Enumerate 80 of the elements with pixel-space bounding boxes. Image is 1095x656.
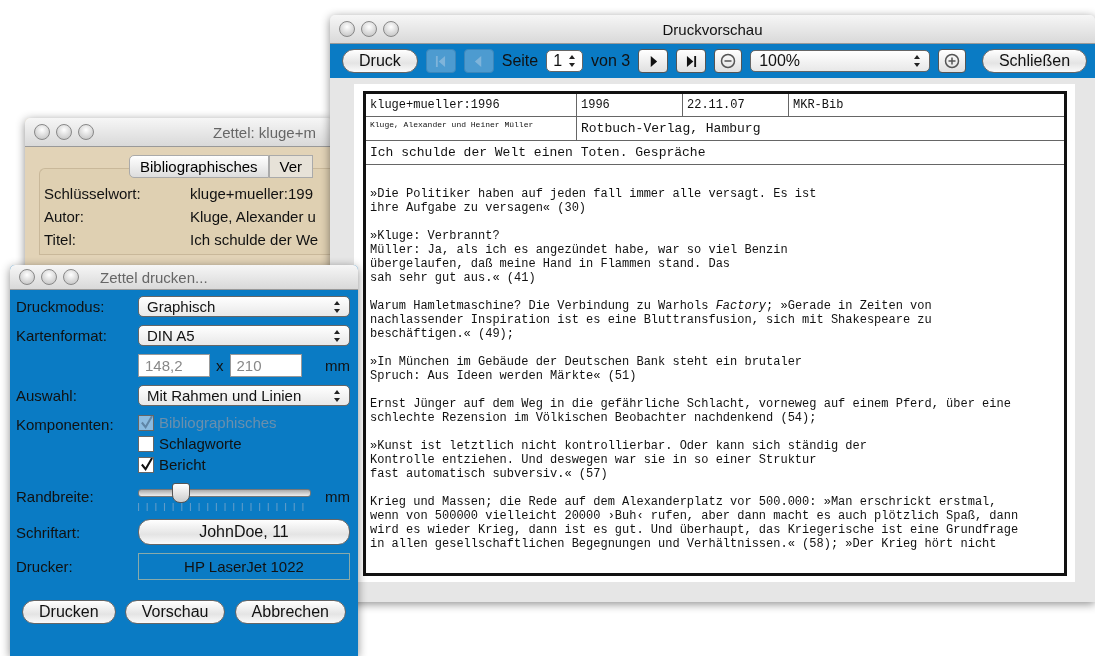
unit-label: mm <box>325 357 350 374</box>
paragraph: Ernst Jünger auf dem Weg in die gefährliche Schlacht, vorneweg auf einem Pferd, über eine schlechte Rezension im Völkischen Beobachter nachdenkend (54); <box>370 397 1012 425</box>
window-title: Zettel: kluge+m <box>213 123 316 141</box>
close-preview-button[interactable]: Schließen <box>981 49 1088 73</box>
table-cell-text: Ich schulde der Welt einen Toten. Gespräche <box>369 144 707 162</box>
format-popup[interactable]: DIN A5 <box>138 325 350 346</box>
table-cell: Kluge, Alexander und Heiner Müller <box>366 117 577 140</box>
slider-thumb[interactable] <box>172 483 191 503</box>
checkbox[interactable] <box>138 435 154 452</box>
updown-arrows-icon <box>333 328 341 343</box>
zoom-in-button[interactable] <box>937 49 966 73</box>
field-label: Schlüsselwort: <box>44 185 142 202</box>
window-title: Zettel drucken... <box>100 268 208 286</box>
print-button[interactable]: Druck <box>342 49 418 73</box>
paragraph: Krieg und Massen; die Rede auf dem Alexanderplatz vor 500.000: »Man erschrickt erstmal, wenn von 500000 vielleicht 20000 ›Buh‹ rufen, aber dann macht es auch plötzlich Spaß, dann wird es wieder Krieg, dann ist es gut. Und überhaupt, das Kriegerische ist eine Grundfrage in allen gesellschaftlichen Begegnungen und Verhältnissen.« (58); »Der Krieg hört nicht <box>370 495 1020 551</box>
table-cell-text: MKR-Bib <box>792 97 845 114</box>
updown-arrows-icon <box>333 388 341 403</box>
table-cell: 1996 <box>577 94 683 116</box>
printer-field: HP LaserJet 1022 <box>138 553 350 580</box>
checkbox[interactable] <box>138 456 154 473</box>
paragraph: »Kunst ist letztlich nicht kontrollierbar. Oder kann sich ständig der Kontrolle entziehen. Und deswegen war sie in so einer Struktur fast automatisch subversiv.« (57) <box>370 439 868 481</box>
zoom-button[interactable] <box>383 21 399 37</box>
field-label: Schriftart: <box>16 523 82 541</box>
zoom-button[interactable] <box>78 124 94 140</box>
field-label: Titel: <box>44 231 77 248</box>
page-nav-button[interactable] <box>676 49 707 73</box>
checkmark-icon <box>139 458 153 471</box>
minimize-button[interactable] <box>41 269 57 285</box>
field-label: Randbreite: <box>16 487 95 505</box>
page-stepper[interactable]: 1 <box>546 50 584 72</box>
unit-label: mm <box>325 487 350 505</box>
selection-popup[interactable]: Mit Rahmen und Linien <box>138 385 350 406</box>
updown-arrows-icon <box>912 54 921 68</box>
skip-back-icon <box>435 54 447 68</box>
page-count: von 3 <box>591 52 631 70</box>
updown-arrows-icon <box>333 299 341 314</box>
tab[interactable]: Bibliographisches <box>129 155 269 178</box>
table-cell: kluge+mueller:1996 <box>366 94 577 116</box>
field-label: Auswahl: <box>16 387 78 404</box>
paragraph: »Die Politiker haben auf jeden fall immer alle versagt. Es ist ihre Aufgabe zu versagen« (30) <box>370 187 818 215</box>
paragraph: Warum Hamletmaschine? Die Verbindung zu Warhols Factory; »Gerade in Zeiten von nachlassender Inspiration ist es eine Bluttransfusion, sich mit Shakespeare zu beschäftigen.« (49); <box>370 299 933 341</box>
dialog-button[interactable]: Abbrechen <box>234 600 346 624</box>
skip-forward-icon <box>685 54 697 68</box>
tab[interactable]: Ver <box>268 155 314 178</box>
table-cell: 22.11.07 <box>683 94 789 116</box>
dialog-button[interactable]: Vorschau <box>124 600 226 624</box>
field-value: Ich schulde der We <box>190 231 320 248</box>
zoom-button[interactable] <box>63 269 79 285</box>
field-label: Komponenten: <box>16 415 115 433</box>
zoom-out-button[interactable] <box>714 49 743 73</box>
checkbox-option[interactable]: Bericht <box>138 456 350 473</box>
window-title: Druckvorschau <box>662 20 763 38</box>
times-sign: x <box>216 357 224 374</box>
zoom-popup[interactable]: 100% <box>750 50 930 72</box>
minimize-button[interactable] <box>361 21 377 37</box>
close-button[interactable] <box>339 21 355 37</box>
close-button[interactable] <box>34 124 50 140</box>
height-field[interactable]: 210 <box>229 354 302 377</box>
dialog-button[interactable]: Drucken <box>22 600 116 624</box>
paragraph: »Kluge: Verbrannt? Müller: Ja, als ich es angezündet habe, war so viel Benzin übergelaufen, daß meine Hand in Flammen stand. Das sah sehr gut aus.« (41) <box>370 229 789 285</box>
field-value: Kluge, Alexander u <box>190 208 317 225</box>
paragraph: »In München im Gebäude der Deutschen Bank steht ein brutaler Spruch: Aus Ideen werden Märkte« (51) <box>370 355 804 383</box>
field-label: Kartenformat: <box>16 327 108 344</box>
mode-popup[interactable]: Graphisch <box>138 296 350 317</box>
checkbox-option[interactable]: Schlagworte <box>138 435 350 452</box>
page-label: Seite <box>501 52 539 70</box>
field-label: Druckmodus: <box>16 298 106 315</box>
table-cell-text: Rotbuch-Verlag, Hamburg <box>580 120 762 138</box>
field-label: Drucker: <box>16 558 74 575</box>
field-label: Autor: <box>44 208 86 225</box>
plus-circle-icon <box>943 53 960 69</box>
updown-arrows-icon <box>568 54 577 68</box>
page-nav-button[interactable] <box>638 49 669 73</box>
close-button[interactable] <box>19 269 35 285</box>
checkmark-icon <box>139 416 153 429</box>
width-field[interactable]: 148,2 <box>138 354 210 377</box>
font-button[interactable]: JohnDoe, 11 <box>138 519 350 545</box>
field-value: kluge+mueller:199 <box>190 185 314 202</box>
minus-circle-icon <box>720 53 737 69</box>
minimize-button[interactable] <box>56 124 72 140</box>
